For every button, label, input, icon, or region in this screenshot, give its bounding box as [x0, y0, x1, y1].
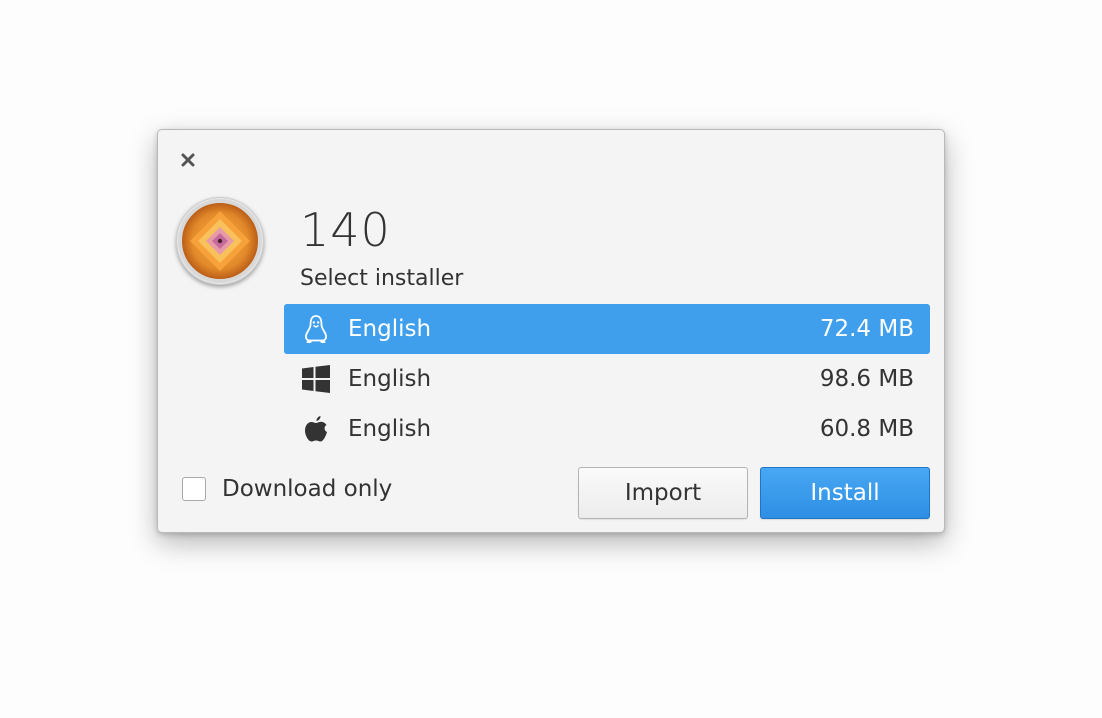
installer-row-windows[interactable]: English 98.6 MB: [284, 354, 930, 404]
install-button[interactable]: Install: [760, 467, 930, 519]
installer-language: English: [348, 366, 432, 392]
download-only-option[interactable]: Download only: [182, 476, 392, 502]
close-icon: [181, 153, 195, 167]
installer-row-mac[interactable]: English 60.8 MB: [284, 404, 930, 454]
installer-size: 60.8 MB: [819, 416, 914, 442]
close-button[interactable]: [176, 148, 200, 172]
download-only-label: Download only: [222, 476, 393, 502]
installer-row-linux[interactable]: English 72.4 MB: [284, 304, 930, 354]
installer-dialog: 140 Select installer English 72.4 MB Eng…: [157, 129, 945, 533]
installer-language: English: [348, 416, 432, 442]
apple-icon: [300, 415, 332, 443]
installer-size: 98.6 MB: [819, 366, 914, 392]
linux-tux-icon: [300, 315, 332, 343]
download-only-checkbox[interactable]: [182, 477, 206, 501]
windows-icon: [300, 365, 332, 393]
game-title: 140: [300, 203, 391, 257]
select-installer-heading: Select installer: [300, 266, 464, 291]
game-cover-icon: [176, 197, 264, 285]
import-button[interactable]: Import: [578, 467, 748, 519]
installer-list: English 72.4 MB English 98.6 MB English …: [284, 304, 930, 454]
installer-language: English: [348, 316, 432, 342]
installer-size: 72.4 MB: [819, 316, 914, 342]
